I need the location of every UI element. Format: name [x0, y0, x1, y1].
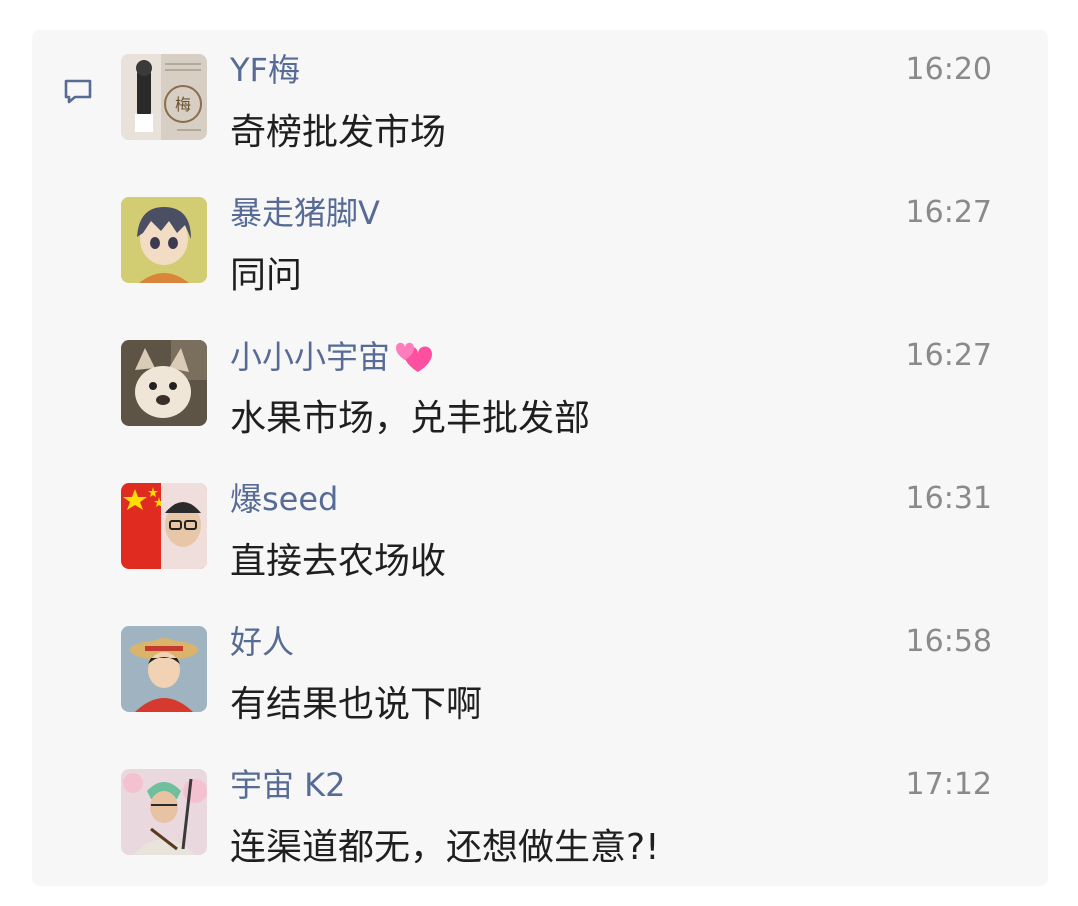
two-hearts-icon [396, 342, 433, 372]
list-item[interactable]: 暴走猪脚V 16:27 同问 [0, 173, 1078, 316]
comment-time: 16:31 [905, 481, 992, 516]
comment-text: 有结果也说下啊 [230, 684, 483, 725]
commenter-name[interactable]: 爆seed [230, 479, 338, 519]
comment-time: 16:20 [905, 52, 992, 87]
comment-time: 16:27 [905, 195, 992, 230]
list-item[interactable]: 好人 16:58 有结果也说下啊 [0, 602, 1078, 745]
commenter-name-text: 小小小宇宙 [230, 338, 391, 376]
list-item[interactable]: 爆seed 16:31 直接去农场收 [0, 459, 1078, 602]
avatar[interactable] [121, 483, 207, 569]
comment-text: 水果市场，兑丰批发部 [230, 398, 591, 439]
avatar[interactable] [121, 626, 207, 712]
comment-time: 17:12 [905, 767, 992, 802]
comment-time: 16:58 [905, 624, 992, 659]
comment-text: 奇榜批发市场 [230, 112, 447, 153]
commenter-name[interactable]: 暴走猪脚V [230, 193, 380, 233]
list-item[interactable]: 宇宙 K2 17:12 连渠道都无，还想做生意?! [0, 745, 1078, 888]
comment-text: 直接去农场收 [230, 541, 447, 582]
list-item[interactable]: 小小小宇宙 16:27 水果市场，兑丰批发部 [0, 316, 1078, 459]
comment-text: 连渠道都无，还想做生意?! [230, 827, 660, 868]
commenter-name[interactable]: 小小小宇宙 [230, 336, 434, 377]
commenter-name[interactable]: 宇宙 K2 [230, 765, 346, 805]
comment-text: 同问 [230, 255, 303, 296]
svg-text:梅: 梅 [175, 95, 191, 114]
list-item[interactable]: 梅 YF梅 16:20 奇榜批发市场 [0, 30, 1078, 173]
comment-time: 16:27 [905, 338, 992, 373]
avatar[interactable] [121, 340, 207, 426]
commenter-name[interactable]: YF梅 [230, 50, 300, 90]
commenter-name[interactable]: 好人 [230, 622, 294, 662]
avatar[interactable]: 梅 [121, 54, 207, 140]
avatar[interactable] [121, 197, 207, 283]
avatar[interactable] [121, 769, 207, 855]
